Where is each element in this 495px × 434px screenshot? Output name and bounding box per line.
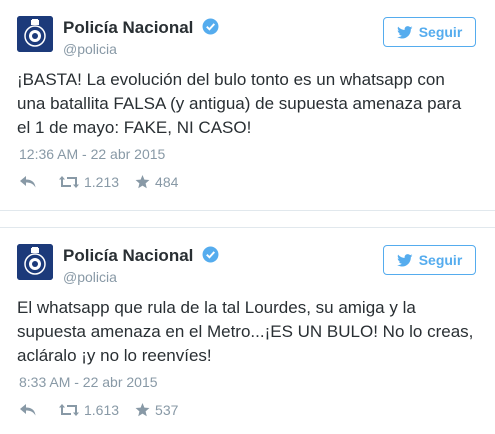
tweet-text: ¡BASTA! La evolución del bulo tonto es u… [17, 70, 462, 137]
avatar[interactable] [17, 16, 53, 52]
display-name-row[interactable]: Policía Nacional [63, 246, 219, 266]
reply-icon [20, 176, 36, 188]
twitter-bird-icon [396, 25, 413, 38]
favorite-button[interactable]: 537 [135, 402, 178, 418]
star-icon [135, 175, 150, 189]
police-badge-icon [17, 244, 53, 280]
display-name[interactable]: Policía Nacional [63, 246, 193, 265]
retweet-button[interactable]: 1.613 [59, 402, 119, 418]
tweet-text: El whatsapp que rula de la tal Lourdes, … [17, 298, 474, 365]
follow-button[interactable]: Seguir [383, 17, 476, 47]
avatar[interactable] [17, 244, 53, 280]
retweet-count: 1.613 [84, 402, 120, 418]
user-handle[interactable]: @policia [63, 269, 117, 285]
twitter-bird-icon [396, 253, 413, 266]
verified-badge-icon [202, 18, 219, 35]
follow-label: Seguir [418, 24, 463, 40]
tweet-timestamp[interactable]: 12:36 AM - 22 abr 2015 [19, 146, 165, 162]
reply-button[interactable] [19, 403, 37, 417]
user-handle[interactable]: @policia [63, 41, 117, 57]
tweet-divider [0, 210, 495, 228]
tweet-timestamp[interactable]: 8:33 AM - 22 abr 2015 [19, 374, 158, 390]
follow-button[interactable]: Seguir [383, 245, 476, 275]
favorite-button[interactable]: 484 [135, 174, 178, 190]
tweet-actions: 1.213 484 [19, 172, 178, 192]
reply-button[interactable] [19, 175, 37, 189]
reply-icon [20, 404, 36, 416]
follow-label: Seguir [418, 252, 463, 268]
display-name[interactable]: Policía Nacional [63, 18, 193, 37]
favorite-count: 537 [155, 402, 179, 418]
favorite-count: 484 [155, 174, 179, 190]
tweet-card: Policía Nacional @policia Seguir El what… [0, 228, 495, 434]
retweet-count: 1.213 [84, 174, 120, 190]
tweet-actions: 1.613 537 [19, 400, 178, 420]
retweet-icon [59, 176, 79, 188]
display-name-row[interactable]: Policía Nacional [63, 18, 219, 38]
verified-badge-icon [202, 246, 219, 263]
retweet-icon [59, 404, 79, 416]
star-icon [135, 403, 150, 417]
retweet-button[interactable]: 1.213 [59, 174, 119, 190]
tweet-card: Policía Nacional @policia Seguir ¡BASTA!… [0, 0, 495, 210]
police-badge-icon [17, 16, 53, 52]
